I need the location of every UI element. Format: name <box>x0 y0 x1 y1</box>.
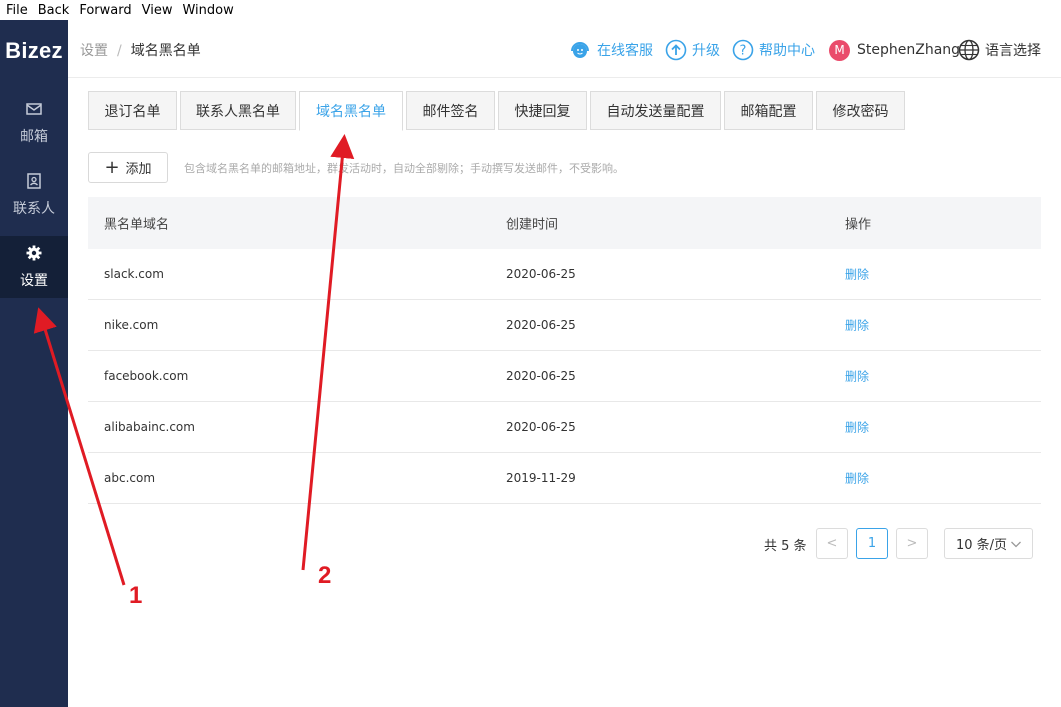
tab-quick-reply[interactable]: 快捷回复 <box>498 91 587 130</box>
page-size-select[interactable]: 10 条/页 <box>944 528 1033 559</box>
svg-text:?: ? <box>740 44 747 59</box>
row-date: 2019-11-29 <box>506 471 576 485</box>
table-row: slack.com 2020-06-25 删除 <box>88 249 1041 300</box>
sidebar-item-contacts[interactable]: 联系人 <box>0 164 68 226</box>
pagination-page-1[interactable]: 1 <box>856 528 888 559</box>
breadcrumb-separator: / <box>117 43 122 59</box>
top-bar: 设置 / 域名黑名单 在线客服 升级 ? 帮助中心 M StephenZhang <box>68 20 1061 78</box>
domain-blacklist-table: 黑名单域名 创建时间 操作 slack.com 2020-06-25 删除 ni… <box>88 197 1041 504</box>
tab-email-signature[interactable]: 邮件签名 <box>406 91 495 130</box>
annotation-label-2: 2 <box>318 562 332 589</box>
menu-view[interactable]: View <box>142 3 173 18</box>
table-row: nike.com 2020-06-25 删除 <box>88 300 1041 351</box>
upload-arrow-icon <box>665 39 687 61</box>
online-support-label: 在线客服 <box>597 43 653 59</box>
row-domain: facebook.com <box>104 369 189 383</box>
row-domain: slack.com <box>104 267 164 281</box>
language-select-button[interactable]: 语言选择 <box>958 38 1041 62</box>
headset-icon <box>571 42 589 58</box>
breadcrumb-current: 域名黑名单 <box>130 43 201 59</box>
delete-link[interactable]: 删除 <box>845 419 869 436</box>
pagination-prev-button[interactable]: < <box>816 528 848 559</box>
upgrade-label: 升级 <box>692 43 720 59</box>
mail-icon <box>26 103 42 115</box>
chevron-down-icon <box>1011 541 1022 547</box>
app-logo: Bizez <box>5 38 63 63</box>
row-date: 2020-06-25 <box>506 369 576 383</box>
table-row: facebook.com 2020-06-25 删除 <box>88 351 1041 402</box>
sidebar-item-label: 联系人 <box>13 201 55 217</box>
column-header-created: 创建时间 <box>506 217 559 233</box>
avatar: M <box>829 39 850 61</box>
chevron-left-icon: < <box>826 536 838 551</box>
language-label: 语言选择 <box>985 43 1041 59</box>
delete-link[interactable]: 删除 <box>845 368 869 385</box>
annotation-label-1: 1 <box>129 582 143 609</box>
tab-unsubscribe-list[interactable]: 退订名单 <box>88 91 177 130</box>
gear-icon <box>26 245 42 261</box>
sidebar-item-label: 设置 <box>20 273 48 289</box>
delete-link[interactable]: 删除 <box>845 470 869 487</box>
sidebar-item-label: 邮箱 <box>20 129 48 145</box>
table-header: 黑名单域名 创建时间 操作 <box>88 197 1041 249</box>
sidebar-item-mail[interactable]: 邮箱 <box>0 92 68 154</box>
page-size-value: 10 条/页 <box>956 538 1008 553</box>
tab-mailbox-config[interactable]: 邮箱配置 <box>724 91 813 130</box>
user-menu[interactable]: M StephenZhang <box>829 38 960 62</box>
delete-link[interactable]: 删除 <box>845 317 869 334</box>
row-domain: alibabainc.com <box>104 420 195 434</box>
sidebar: Bizez 邮箱 联系人 设置 <box>0 20 68 707</box>
blacklist-hint: 包含域名黑名单的邮箱地址，群发活动时，自动全部剔除；手动撰写发送邮件，不受影响。 <box>184 162 624 175</box>
app-menubar: File Back Forward View Window <box>0 0 1061 20</box>
pagination-total: 共 5 条 <box>764 539 807 554</box>
breadcrumb: 设置 / 域名黑名单 <box>80 40 201 60</box>
globe-icon <box>958 39 980 61</box>
username: StephenZhang <box>857 42 961 58</box>
row-date: 2020-06-25 <box>506 267 576 281</box>
row-domain: nike.com <box>104 318 159 332</box>
tab-domain-blacklist[interactable]: 域名黑名单 <box>299 91 403 131</box>
add-button[interactable]: + 添加 <box>88 152 168 183</box>
menu-forward[interactable]: Forward <box>79 3 131 18</box>
upgrade-button[interactable]: 升级 <box>665 38 720 62</box>
breadcrumb-parent[interactable]: 设置 <box>80 43 108 59</box>
sidebar-item-settings[interactable]: 设置 <box>0 236 68 298</box>
table-row: alibabainc.com 2020-06-25 删除 <box>88 402 1041 453</box>
table-row: abc.com 2019-11-29 删除 <box>88 453 1041 504</box>
tab-change-password[interactable]: 修改密码 <box>816 91 905 130</box>
pagination-next-button[interactable]: > <box>896 528 928 559</box>
help-center-label: 帮助中心 <box>759 43 815 59</box>
plus-icon: + <box>104 156 120 178</box>
row-date: 2020-06-25 <box>506 318 576 332</box>
menu-back[interactable]: Back <box>38 3 70 18</box>
online-support-button[interactable]: 在线客服 <box>568 38 653 62</box>
column-header-actions: 操作 <box>845 217 872 233</box>
delete-link[interactable]: 删除 <box>845 266 869 283</box>
tab-contact-blacklist[interactable]: 联系人黑名单 <box>180 91 296 130</box>
row-domain: abc.com <box>104 471 156 485</box>
help-question-icon: ? <box>732 39 754 61</box>
help-center-button[interactable]: ? 帮助中心 <box>732 38 815 62</box>
tab-auto-send-config[interactable]: 自动发送量配置 <box>590 91 721 130</box>
contact-book-icon <box>27 173 41 189</box>
chevron-right-icon: > <box>906 536 918 551</box>
menu-window[interactable]: Window <box>182 3 233 18</box>
menu-file[interactable]: File <box>6 3 28 18</box>
row-date: 2020-06-25 <box>506 420 576 434</box>
column-header-domain: 黑名单域名 <box>104 217 170 233</box>
add-button-label: 添加 <box>125 162 152 177</box>
